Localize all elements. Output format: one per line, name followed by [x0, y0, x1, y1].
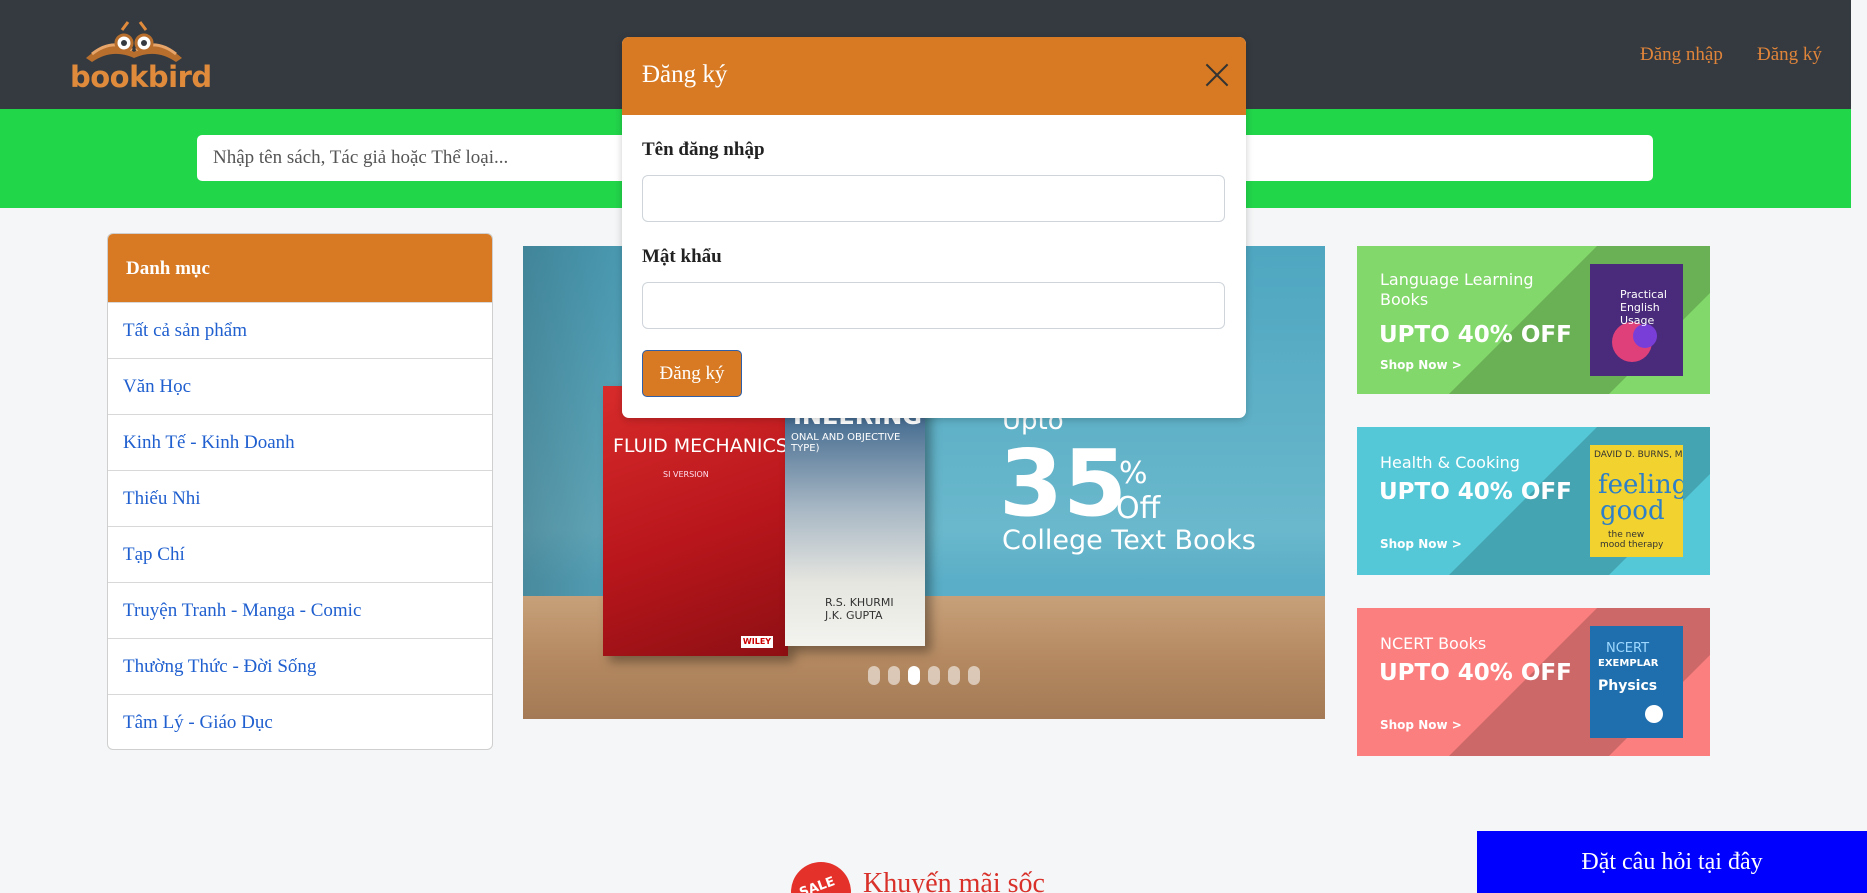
- promo-offer: UPTO 40% OFF: [1379, 322, 1572, 348]
- feeling-good-book-image: DAVID D. BURNS, M.D. feeling good the ne…: [1590, 445, 1695, 557]
- modal-header: Đăng ký: [622, 37, 1246, 115]
- ask-question-button[interactable]: Đặt câu hỏi tại đây: [1477, 831, 1867, 893]
- carousel-indicator-3[interactable]: [908, 666, 920, 685]
- carousel-off-text: Off: [1116, 491, 1161, 526]
- promo-language-books[interactable]: Language Learning Books UPTO 40% OFF Sho…: [1357, 246, 1710, 394]
- promo-title: Health & Cooking: [1380, 453, 1520, 472]
- promo-shop-now[interactable]: Shop Now >: [1380, 537, 1462, 551]
- carousel-caption: College Text Books: [1002, 525, 1256, 556]
- carousel-indicator-5[interactable]: [948, 666, 960, 685]
- svg-text:Physics: Physics: [1598, 678, 1657, 694]
- carousel-indicator-6[interactable]: [968, 666, 980, 685]
- register-link[interactable]: Đăng ký: [1757, 44, 1822, 66]
- carousel-indicators: [868, 666, 980, 685]
- sidebar-title: Danh mục: [108, 234, 492, 302]
- modal-title: Đăng ký: [642, 61, 728, 88]
- carousel-percent-sign: %: [1119, 456, 1148, 491]
- sidebar-item-lifestyle[interactable]: Thường Thức - Đời Sống: [108, 638, 492, 694]
- book1-title: FLUID MECHANICS: [613, 435, 788, 457]
- category-sidebar: Danh mục Tất cả sản phẩm Văn Học Kinh Tế…: [107, 233, 493, 750]
- svg-text:EXEMPLAR: EXEMPLAR: [1598, 658, 1659, 669]
- carousel-indicator-4[interactable]: [928, 666, 940, 685]
- promo-shop-now[interactable]: Shop Now >: [1380, 358, 1462, 372]
- sidebar-item-psychology[interactable]: Tâm Lý - Giáo Dục: [108, 694, 492, 749]
- svg-text:mood therapy: mood therapy: [1600, 540, 1664, 550]
- book1-subtitle: SI VERSION: [663, 470, 709, 479]
- password-field[interactable]: [642, 282, 1225, 329]
- engineering-book-image: INEERING ONAL AND OBJECTIVE TYPE) R.S. K…: [785, 396, 925, 646]
- sidebar-item-all-products[interactable]: Tất cả sản phẩm: [108, 302, 492, 358]
- promo-offer: UPTO 40% OFF: [1379, 479, 1572, 505]
- sidebar-item-business[interactable]: Kinh Tế - Kinh Doanh: [108, 414, 492, 470]
- promo-title: NCERT Books: [1380, 634, 1487, 653]
- promo-offer: UPTO 40% OFF: [1379, 660, 1572, 686]
- book-cover-icon: DAVID D. BURNS, M.D. feeling good the ne…: [1590, 445, 1695, 557]
- book2-authors: R.S. KHURMI J.K. GUPTA: [825, 596, 894, 623]
- practical-english-usage-book-image: Practical English Usage: [1590, 264, 1683, 376]
- section-title: Khuyến mãi sốc: [863, 868, 1045, 893]
- ncert-physics-book-image: NCERT EXEMPLAR Physics: [1590, 626, 1683, 738]
- sale-badge-icon: SALE: [791, 862, 851, 893]
- sidebar-item-literature[interactable]: Văn Học: [108, 358, 492, 414]
- svg-text:NCERT: NCERT: [1606, 641, 1649, 656]
- close-icon[interactable]: [1204, 62, 1230, 88]
- register-submit-button[interactable]: Đăng ký: [642, 350, 742, 397]
- sidebar-item-magazines[interactable]: Tạp Chí: [108, 526, 492, 582]
- svg-text:DAVID D. BURNS, M.D.: DAVID D. BURNS, M.D.: [1594, 450, 1683, 460]
- register-modal: Đăng ký Tên đăng nhập Mật khẩu Đăng ký: [622, 37, 1246, 418]
- logo-text: bookbird: [70, 60, 212, 94]
- username-label: Tên đăng nhập: [642, 139, 765, 160]
- book-cover-icon: Practical English Usage: [1590, 264, 1683, 376]
- promo-title: Language Learning Books: [1380, 270, 1534, 309]
- promo-ncert-books[interactable]: NCERT Books UPTO 40% OFF Shop Now > NCER…: [1357, 608, 1710, 756]
- svg-text:the new: the new: [1608, 530, 1644, 540]
- sidebar-item-children[interactable]: Thiếu Nhi: [108, 470, 492, 526]
- username-field[interactable]: [642, 175, 1225, 222]
- carousel-indicator-1[interactable]: [868, 666, 880, 685]
- fluid-mechanics-book-image: FLUID MECHANICS SI VERSION WILEY: [603, 386, 788, 656]
- promo-shop-now[interactable]: Shop Now >: [1380, 718, 1462, 732]
- svg-text:Practical: Practical: [1620, 288, 1667, 301]
- password-label: Mật khẩu: [642, 246, 722, 267]
- book1-publisher: WILEY: [741, 636, 773, 648]
- bird-book-icon: [86, 21, 182, 62]
- sale-badge-text: SALE: [797, 874, 838, 893]
- sidebar-item-comics[interactable]: Truyện Tranh - Manga - Comic: [108, 582, 492, 638]
- svg-text:English: English: [1620, 301, 1660, 314]
- svg-text:good: good: [1600, 496, 1665, 526]
- login-link[interactable]: Đăng nhập: [1640, 44, 1723, 66]
- svg-text:Usage: Usage: [1620, 314, 1655, 327]
- book2-subtitle: ONAL AND OBJECTIVE TYPE): [791, 432, 901, 454]
- promo-health-cooking[interactable]: Health & Cooking UPTO 40% OFF Shop Now >…: [1357, 427, 1710, 575]
- carousel-indicator-2[interactable]: [888, 666, 900, 685]
- book-cover-icon: NCERT EXEMPLAR Physics: [1590, 626, 1683, 738]
- logo[interactable]: bookbird: [66, 16, 212, 94]
- carousel-percent: 35: [999, 430, 1128, 537]
